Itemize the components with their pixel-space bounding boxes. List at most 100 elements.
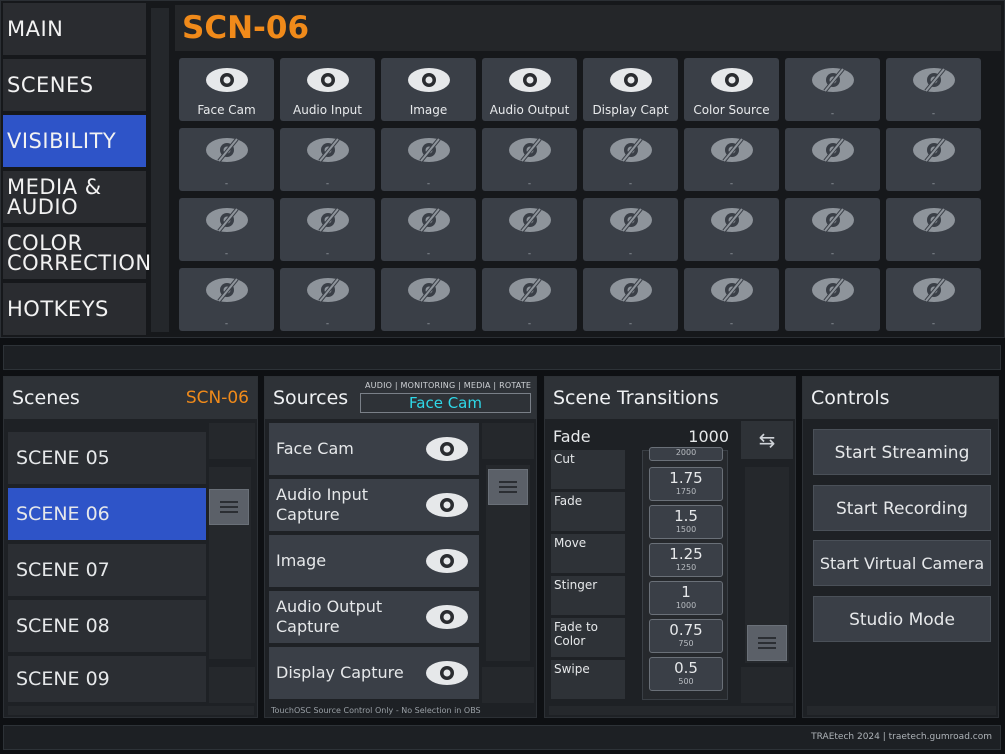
visibility-toggle-cell[interactable]: -	[684, 128, 779, 191]
eye-slash-icon	[508, 207, 551, 233]
repeat-icon[interactable]: ⇆	[741, 421, 793, 459]
studio-mode-button[interactable]: Studio Mode	[813, 596, 991, 642]
visibility-toggle-cell[interactable]: -	[179, 128, 274, 191]
sources-scroll-up[interactable]	[482, 423, 534, 459]
nav-item-scenes[interactable]: SCENES	[3, 59, 146, 111]
duration-ms: 1750	[675, 487, 697, 496]
nav-item-color-correction[interactable]: COLOR CORRECTION	[3, 227, 151, 279]
visibility-toggle-cell[interactable]: -	[886, 198, 981, 261]
duration-button[interactable]: 1 1000	[649, 581, 723, 615]
status-strip	[3, 345, 1001, 370]
sources-scroll-down[interactable]	[482, 667, 534, 703]
transitions-scroll-thumb[interactable]	[747, 625, 787, 661]
visibility-toggle-cell[interactable]: -	[280, 268, 375, 331]
source-row-image[interactable]: Image	[269, 535, 479, 587]
nav-item-visibility[interactable]: VISIBILITY	[3, 115, 146, 167]
scene-label: SCENE 07	[16, 559, 110, 581]
start-recording-button[interactable]: Start Recording	[813, 485, 991, 531]
nav-item-main[interactable]: MAIN	[3, 3, 146, 55]
eye-slash-icon	[811, 137, 854, 163]
visibility-toggle-cell[interactable]: -	[381, 128, 476, 191]
scenes-scrollbar[interactable]	[209, 467, 251, 659]
nav-item-label: MAIN	[7, 17, 64, 41]
visibility-toggle-cell[interactable]: -	[482, 128, 577, 191]
transition-move-button[interactable]: Move	[551, 534, 625, 573]
scenes-scroll-thumb[interactable]	[209, 489, 249, 525]
transitions-scrollbar[interactable]	[745, 467, 789, 663]
eye-icon[interactable]	[425, 660, 469, 686]
scene-button[interactable]: SCENE 05	[8, 432, 206, 484]
source-row-audio-input[interactable]: Audio Input Capture	[269, 479, 479, 531]
visibility-toggle-cell[interactable]: Display Capt	[583, 58, 678, 121]
visibility-toggle-cell[interactable]: -	[381, 198, 476, 261]
duration-button[interactable]: 1.5 1500	[649, 505, 723, 539]
sources-mode-links[interactable]: AUDIO | MONITORING | MEDIA | ROTATE	[365, 381, 531, 390]
visibility-toggle-cell[interactable]: -	[785, 128, 880, 191]
scene-button[interactable]: SCENE 08	[8, 600, 206, 652]
source-row-face-cam[interactable]: Face Cam	[269, 423, 479, 475]
sources-panel: Sources AUDIO | MONITORING | MEDIA | ROT…	[264, 376, 537, 718]
visibility-toggle-cell[interactable]: -	[785, 268, 880, 331]
visibility-toggle-cell[interactable]: -	[179, 198, 274, 261]
visibility-toggle-cell[interactable]: Image	[381, 58, 476, 121]
eye-slash-icon	[306, 277, 349, 303]
visibility-cell-label: Audio Input	[293, 103, 362, 117]
duration-button[interactable]: 1.25 1250	[649, 543, 723, 577]
eye-icon[interactable]	[425, 492, 469, 518]
visibility-toggle-cell[interactable]: -	[179, 268, 274, 331]
scenes-scroll-up[interactable]	[209, 423, 255, 459]
visibility-toggle-cell[interactable]: -	[280, 198, 375, 261]
sources-scrollbar[interactable]	[486, 465, 530, 661]
sources-scroll-thumb[interactable]	[488, 469, 528, 505]
visibility-toggle-cell[interactable]: -	[785, 198, 880, 261]
scene-button[interactable]: SCENE 07	[8, 544, 206, 596]
visibility-toggle-cell[interactable]: Color Source	[684, 58, 779, 121]
visibility-cell-label: -	[224, 249, 229, 259]
visibility-toggle-cell[interactable]: Audio Input	[280, 58, 375, 121]
visibility-toggle-cell[interactable]: -	[583, 128, 678, 191]
source-row-audio-output[interactable]: Audio Output Capture	[269, 591, 479, 643]
visibility-toggle-cell[interactable]: -	[886, 268, 981, 331]
visibility-toggle-cell[interactable]: -	[482, 198, 577, 261]
start-streaming-button[interactable]: Start Streaming	[813, 429, 991, 475]
transition-cut-button[interactable]: Cut	[551, 450, 625, 489]
visibility-toggle-cell[interactable]: -	[684, 198, 779, 261]
visibility-toggle-cell[interactable]: -	[381, 268, 476, 331]
visibility-toggle-cell[interactable]: -	[583, 198, 678, 261]
visibility-toggle-cell[interactable]: -	[482, 268, 577, 331]
start-virtual-camera-button[interactable]: Start Virtual Camera	[813, 540, 991, 586]
eye-slash-icon	[205, 137, 248, 163]
eye-icon[interactable]	[425, 548, 469, 574]
duration-button[interactable]: 2000	[649, 447, 723, 461]
transition-fade-to-color-button[interactable]: Fade to Color	[551, 618, 625, 657]
visibility-toggle-cell[interactable]: -	[886, 128, 981, 191]
duration-ms: 1250	[675, 563, 697, 572]
visibility-toggle-cell[interactable]: Audio Output	[482, 58, 577, 121]
visibility-toggle-cell[interactable]: -	[684, 268, 779, 331]
visibility-cell-label: -	[628, 319, 633, 329]
duration-ms: 500	[678, 677, 694, 686]
eye-icon[interactable]	[425, 604, 469, 630]
duration-button[interactable]: 0.75 750	[649, 619, 723, 653]
duration-button[interactable]: 0.5 500	[649, 657, 723, 691]
transition-fade-button[interactable]: Fade	[551, 492, 625, 531]
scene-button[interactable]: SCENE 09	[8, 656, 206, 702]
scene-button-active[interactable]: SCENE 06	[8, 488, 206, 540]
visibility-cell-label: -	[426, 319, 431, 329]
transition-stinger-button[interactable]: Stinger	[551, 576, 625, 615]
nav-item-hotkeys[interactable]: HOTKEYS	[3, 283, 146, 335]
scenes-scroll-down[interactable]	[209, 667, 255, 703]
nav-item-media-audio[interactable]: MEDIA & AUDIO	[3, 171, 146, 223]
duration-button[interactable]: 1.75 1750	[649, 467, 723, 501]
visibility-toggle-cell[interactable]: -	[583, 268, 678, 331]
transitions-scroll-down[interactable]	[741, 667, 793, 703]
visibility-toggle-cell[interactable]: -	[785, 58, 880, 121]
eye-icon[interactable]	[425, 436, 469, 462]
eye-icon	[205, 68, 248, 92]
source-row-display-capture[interactable]: Display Capture	[269, 647, 479, 699]
visibility-toggle-cell[interactable]: Face Cam	[179, 58, 274, 121]
transition-swipe-button[interactable]: Swipe	[551, 660, 625, 699]
bottom-bar: TRAEtech 2024 | traetech.gumroad.com	[3, 725, 1001, 750]
visibility-toggle-cell[interactable]: -	[280, 128, 375, 191]
visibility-toggle-cell[interactable]: -	[886, 58, 981, 121]
